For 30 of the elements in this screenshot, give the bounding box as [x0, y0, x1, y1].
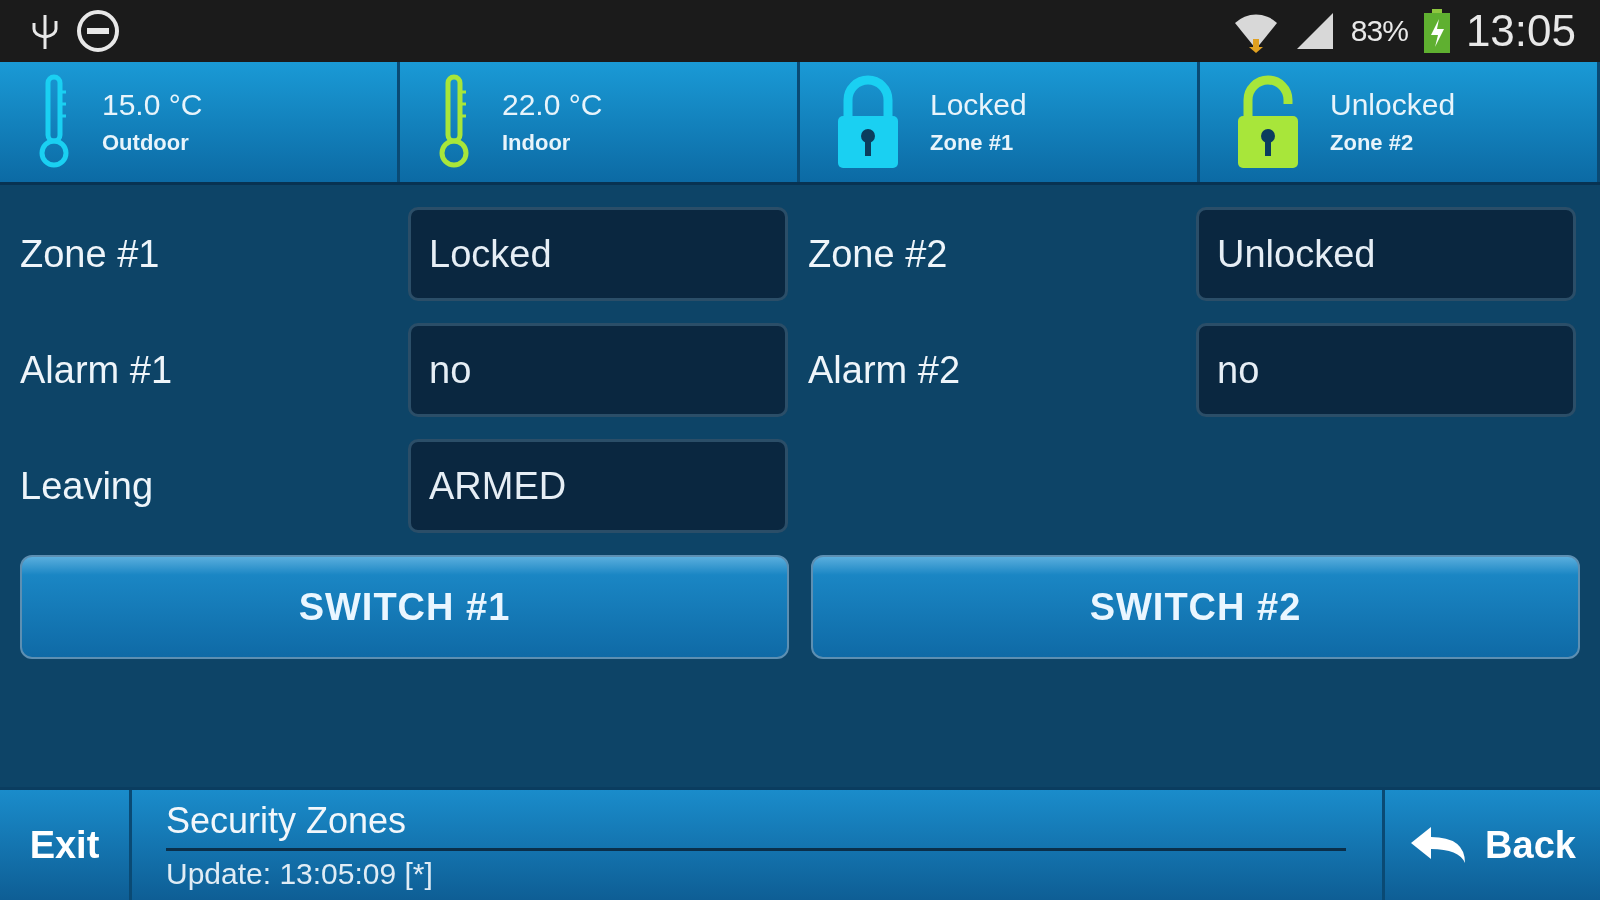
value-field: no — [1196, 323, 1576, 417]
tile-label: Zone #1 — [930, 130, 1015, 156]
tile-label: Zone #2 — [1330, 130, 1415, 156]
tile-value: Locked — [930, 88, 1027, 122]
tile-value: 22.0 °C — [502, 88, 603, 122]
field-label: Zone #1 — [20, 232, 161, 276]
tile-label: Indoor — [502, 130, 572, 156]
value-field: Unlocked — [1196, 207, 1576, 301]
value-field: no — [408, 323, 788, 417]
do-not-disturb-icon — [76, 9, 120, 53]
update-time: Update: 13:05:09 [*] — [166, 855, 434, 891]
field-label: Leaving — [20, 464, 155, 508]
field-label: Alarm #2 — [808, 348, 962, 392]
switch-button[interactable]: SWITCH #1 — [20, 555, 789, 659]
back-button[interactable]: Back — [1385, 790, 1600, 900]
exit-button[interactable]: Exit — [0, 790, 132, 900]
tile-label: Outdoor — [102, 130, 190, 156]
tile-value: Unlocked — [1330, 88, 1456, 122]
tile-value: 15.0 °C — [102, 88, 203, 122]
value-field: ARMED — [408, 439, 788, 533]
battery-charging-icon — [1423, 9, 1450, 53]
clock-time: 13:05 — [1465, 6, 1576, 56]
field-label: Zone #2 — [808, 232, 949, 276]
lock-icon — [836, 74, 900, 170]
switch-button[interactable]: SWITCH #2 — [811, 555, 1580, 659]
field-label: Alarm #1 — [20, 348, 174, 392]
battery-percentage: 83% — [1350, 14, 1408, 48]
screen-title: Security Zones — [166, 799, 1346, 851]
value-field: Locked — [408, 207, 788, 301]
unlocked-lock-icon — [1236, 74, 1300, 170]
